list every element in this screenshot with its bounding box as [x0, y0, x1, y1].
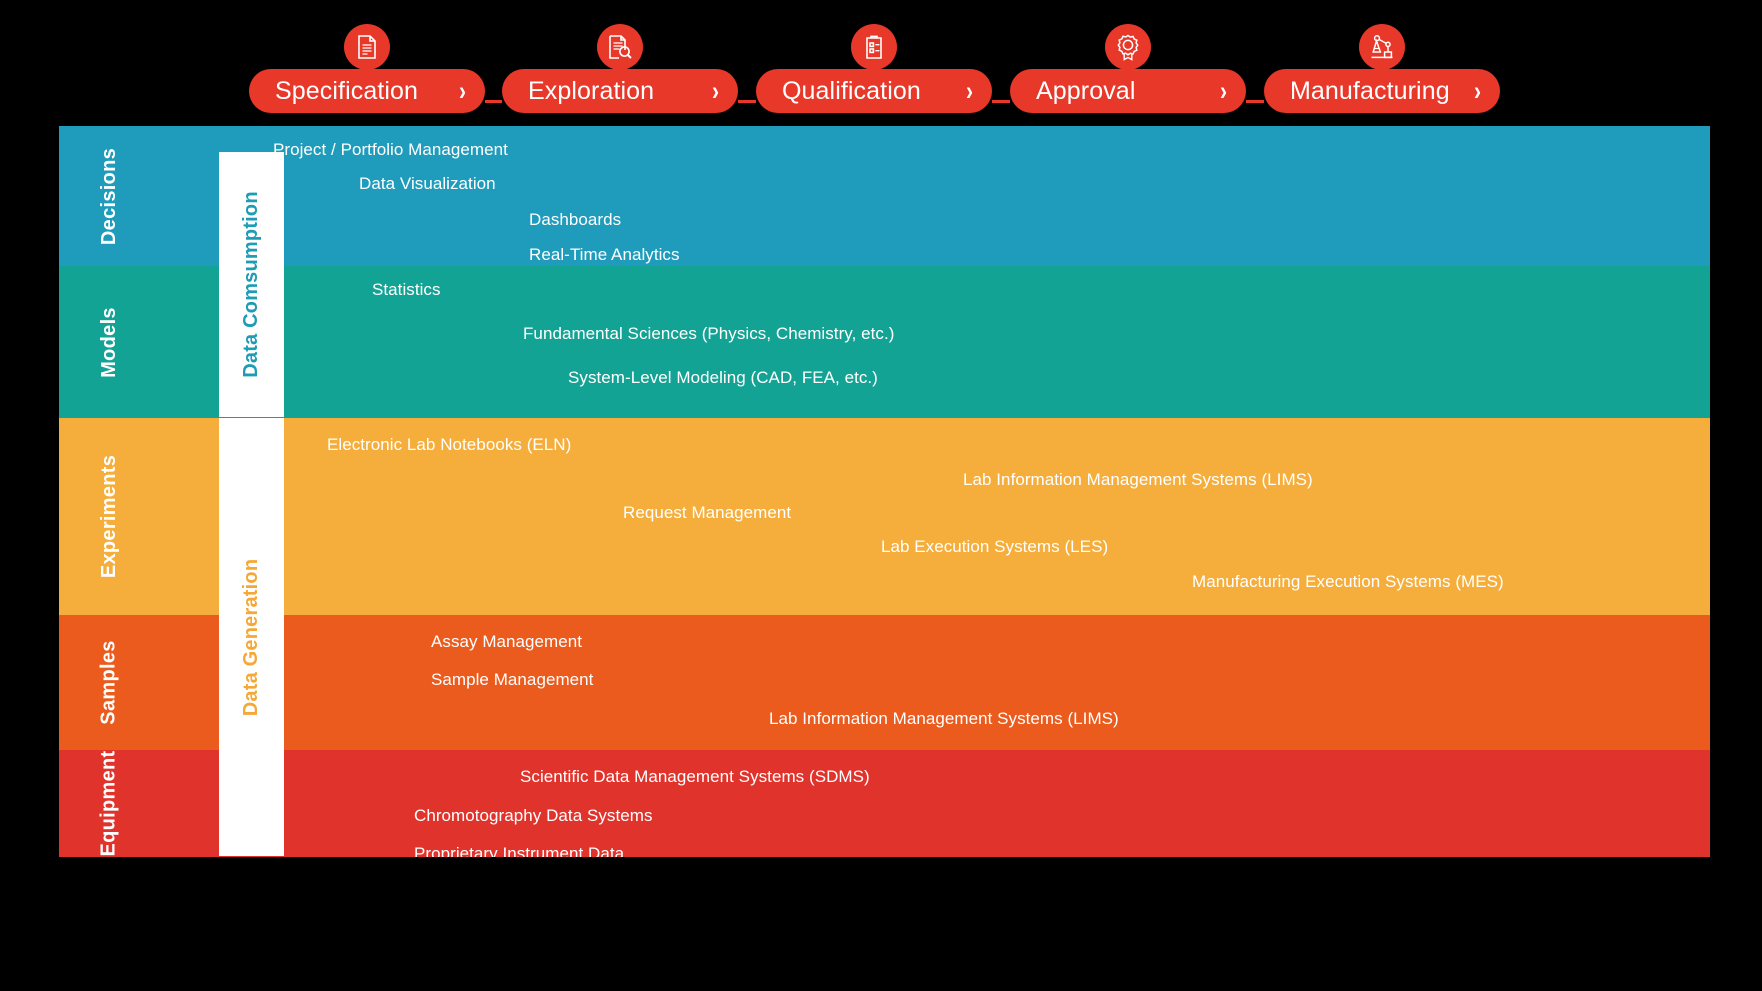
- capability-item: Lab Information Management Systems (LIMS…: [769, 709, 1119, 728]
- band-label-text: Samples: [98, 640, 120, 725]
- capability-item: Manufacturing Execution Systems (MES): [1192, 572, 1504, 591]
- stage-label: Qualification: [782, 76, 921, 105]
- band-label-decisions: Decisions: [59, 126, 160, 266]
- stage-exploration[interactable]: Exploration ›: [502, 69, 738, 113]
- chevron-right-icon: ›: [458, 75, 467, 106]
- band-equipment: Equipment Scientific Data Management Syst…: [59, 750, 1710, 857]
- diagram-root: Specification › Exploration › Qualificatio…: [0, 0, 1762, 991]
- band-label-experiments: Experiments: [59, 418, 160, 615]
- band-models: Models Statistics Fundamental Sciences (Ph…: [59, 266, 1710, 418]
- chevron-right-icon: ›: [711, 75, 720, 106]
- capability-item: Lab Execution Systems (LES): [881, 537, 1109, 556]
- stage-qualification[interactable]: Qualification ›: [756, 69, 992, 113]
- group-tab-label: Data Comsumption: [240, 191, 263, 378]
- robot-arm-icon: [1359, 24, 1405, 70]
- stage-manufacturing[interactable]: Manufacturing ›: [1264, 69, 1500, 113]
- stage-connector: [738, 100, 756, 103]
- band-label-text: Experiments: [98, 454, 121, 579]
- band-label-equipment: Equipment: [59, 750, 160, 857]
- capability-item: Lab Information Management Systems (LIMS…: [963, 470, 1313, 489]
- capability-item: Statistics: [372, 280, 441, 299]
- document-icon: [344, 24, 390, 70]
- band-decisions: Decisions Project / Portfolio Management D…: [59, 126, 1710, 266]
- stage-pipeline: Specification › Exploration › Qualificatio…: [0, 0, 1762, 128]
- capability-item: Real-Time Analytics: [529, 245, 680, 264]
- band-label-samples: Samples: [59, 615, 160, 750]
- checklist-icon: [851, 24, 897, 70]
- capability-item: System-Level Modeling (CAD, FEA, etc.): [568, 368, 878, 387]
- capability-matrix: Decisions Project / Portfolio Management D…: [59, 126, 1710, 857]
- band-label-text: Models: [97, 306, 120, 378]
- capability-item: Fundamental Sciences (Physics, Chemistry…: [523, 324, 895, 343]
- chevron-right-icon: ›: [1473, 75, 1482, 106]
- band-label-text: Decisions: [98, 147, 120, 245]
- capability-item: Request Management: [623, 503, 792, 522]
- stage-label: Specification: [275, 76, 419, 105]
- band-experiments: Experiments Electronic Lab Notebooks (ELN…: [59, 418, 1710, 615]
- stage-specification[interactable]: Specification ›: [249, 69, 485, 113]
- capability-item: Scientific Data Management Systems (SDMS…: [520, 767, 870, 786]
- capability-item: Chromotography Data Systems: [414, 806, 653, 825]
- band-label-text: Equipment: [98, 750, 120, 857]
- group-tab-label: Data Generation: [240, 558, 263, 716]
- capability-item: Assay Management: [431, 632, 583, 651]
- capability-item: Dashboards: [529, 210, 622, 229]
- group-tab-data-generation: Data Generation: [219, 418, 284, 856]
- chevron-right-icon: ›: [1219, 75, 1228, 106]
- stage-label: Manufacturing: [1290, 76, 1450, 105]
- stage-connector: [992, 100, 1010, 103]
- band-samples: Samples Assay Management Sample Management…: [59, 615, 1710, 750]
- stage-label: Exploration: [528, 76, 655, 105]
- capability-item: Project / Portfolio Management: [273, 140, 508, 159]
- document-search-icon: [597, 24, 643, 70]
- band-label-models: Models: [59, 266, 160, 418]
- chevron-right-icon: ›: [965, 75, 974, 106]
- capability-item: Proprietary Instrument Data: [414, 844, 625, 857]
- stage-approval[interactable]: Approval ›: [1010, 69, 1246, 113]
- capability-item: Sample Management: [431, 670, 594, 689]
- group-tab-data-comsumption: Data Comsumption: [219, 152, 284, 417]
- capability-item: Data Visualization: [359, 174, 496, 193]
- stage-connector: [1246, 100, 1264, 103]
- capability-item: Electronic Lab Notebooks (ELN): [327, 435, 572, 454]
- award-badge-icon: [1105, 24, 1151, 70]
- stage-connector: [485, 100, 502, 103]
- stage-label: Approval: [1036, 76, 1136, 105]
